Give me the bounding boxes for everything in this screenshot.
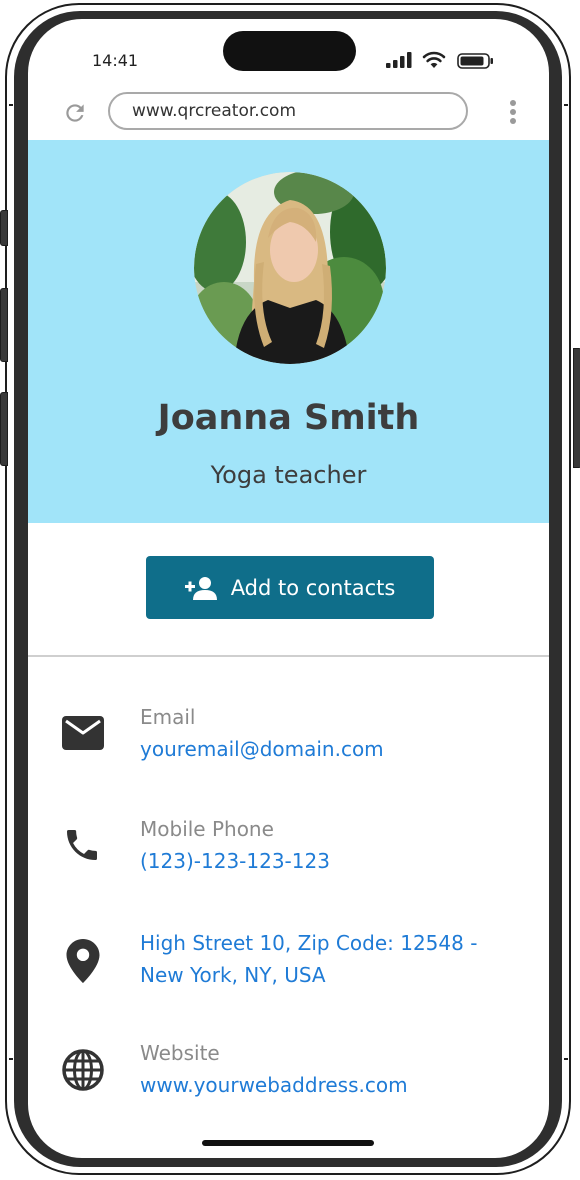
browser-bar: www.qrcreator.com xyxy=(28,83,549,141)
url-field[interactable]: www.qrcreator.com xyxy=(108,92,468,130)
phone-link[interactable]: (123)-123-123-123 xyxy=(140,849,330,873)
globe-icon xyxy=(62,1049,104,1091)
volume-up-button xyxy=(0,288,8,362)
phone-screen: 14:41 www.qrcreator.com Joanna Smith Yog… xyxy=(28,19,549,1158)
cellular-signal-icon xyxy=(386,52,412,68)
phone-icon xyxy=(67,830,97,860)
mail-icon xyxy=(62,716,104,750)
address-line-1: High Street 10, Zip Code: 12548 - xyxy=(140,931,478,955)
dynamic-island xyxy=(223,31,356,71)
silent-switch xyxy=(0,210,8,246)
profile-header: Joanna Smith Yoga teacher xyxy=(28,140,549,523)
status-time: 14:41 xyxy=(92,51,139,70)
section-divider xyxy=(28,655,549,657)
wifi-icon xyxy=(422,51,446,68)
kebab-menu-icon[interactable] xyxy=(509,99,517,125)
location-pin-icon xyxy=(66,939,100,983)
address-line-2: New York, NY, USA xyxy=(140,963,326,987)
frame-tick xyxy=(9,104,13,106)
avatar xyxy=(194,172,386,364)
power-button xyxy=(573,348,580,468)
frame-tick xyxy=(564,104,568,106)
add-to-contacts-label: Add to contacts xyxy=(230,575,396,600)
profile-title: Yoga teacher xyxy=(210,461,367,489)
home-indicator[interactable] xyxy=(202,1140,374,1146)
battery-icon xyxy=(457,53,493,69)
address-link[interactable]: High Street 10, Zip Code: 12548 - New Yo… xyxy=(140,927,477,991)
website-label: Website xyxy=(140,1041,220,1065)
frame-tick xyxy=(9,1058,13,1060)
status-bar: 14:41 xyxy=(28,19,549,83)
email-link[interactable]: youremail@domain.com xyxy=(140,737,384,761)
reload-icon[interactable] xyxy=(62,100,88,126)
add-to-contacts-button[interactable]: Add to contacts xyxy=(146,556,434,619)
profile-name: Joanna Smith xyxy=(157,398,420,438)
phone-label: Mobile Phone xyxy=(140,817,274,841)
add-person-icon xyxy=(184,576,217,600)
volume-down-button xyxy=(0,392,8,466)
website-link[interactable]: www.yourwebaddress.com xyxy=(140,1073,408,1097)
frame-tick xyxy=(564,1058,568,1060)
email-label: Email xyxy=(140,705,196,729)
